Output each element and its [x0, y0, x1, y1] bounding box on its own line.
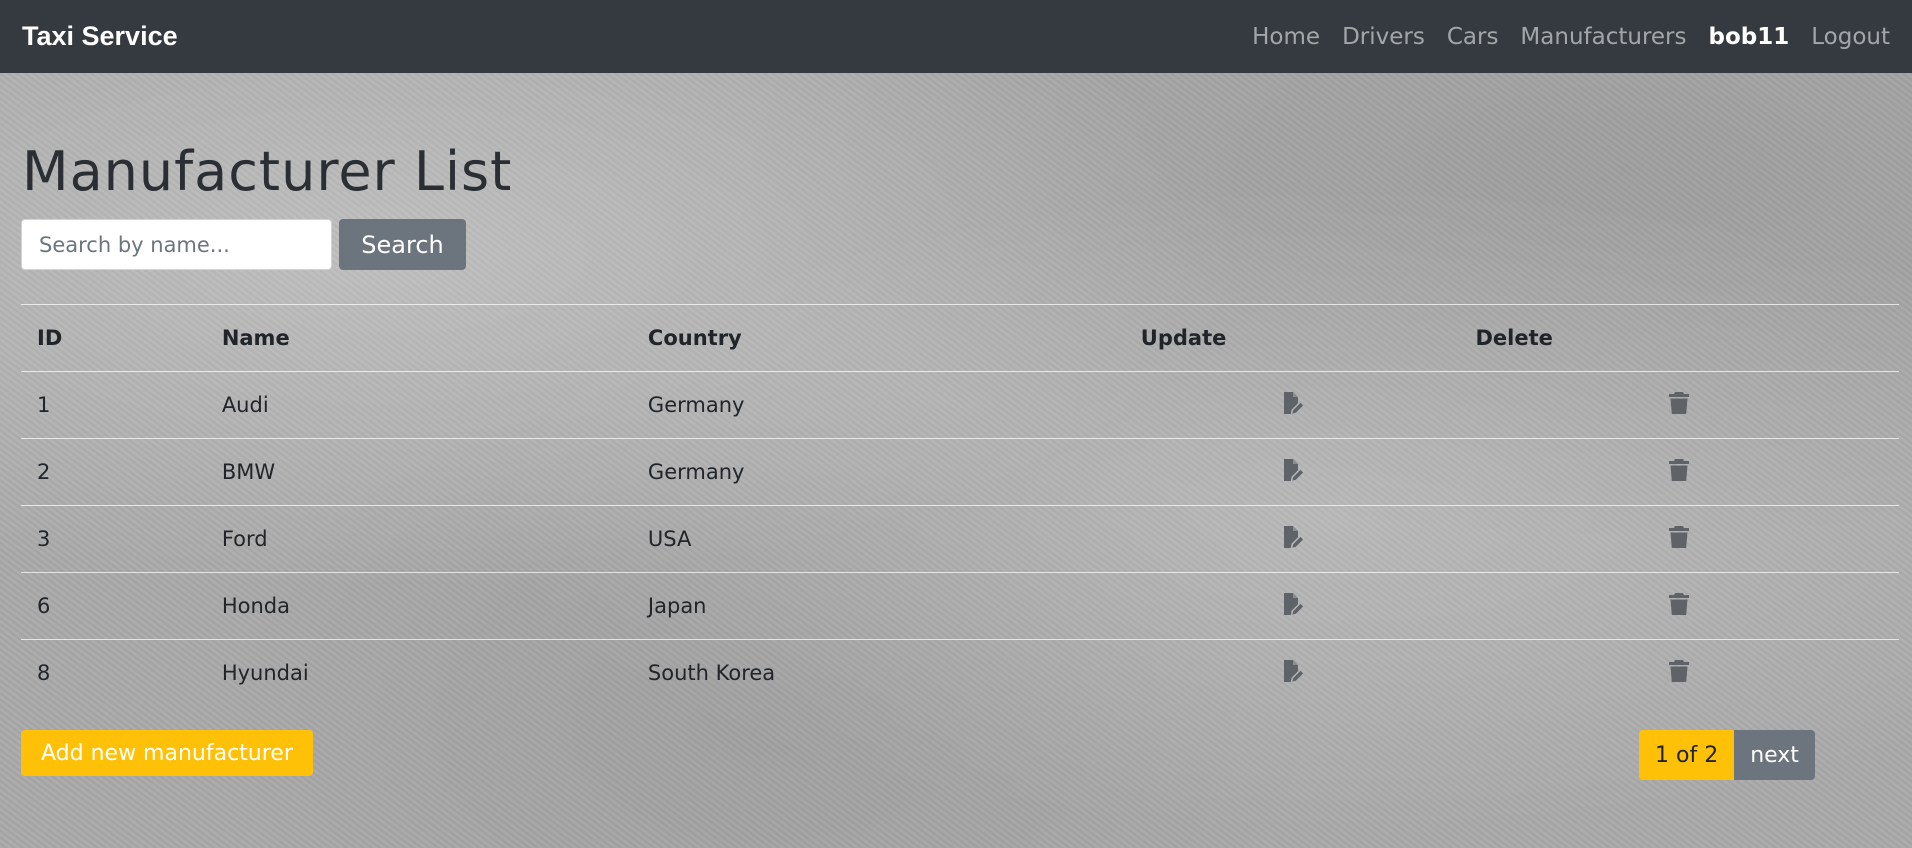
trash-icon[interactable]	[1668, 458, 1690, 482]
header-row: ID Name Country Update Delete	[21, 304, 1899, 372]
brand-link[interactable]: Taxi Service	[22, 21, 178, 52]
search-form: Search	[21, 219, 466, 270]
table-row: 6 Honda Japan	[21, 572, 1899, 640]
cell-update	[1124, 438, 1460, 506]
trash-icon[interactable]	[1668, 391, 1690, 415]
file-edit-icon[interactable]	[1280, 391, 1304, 415]
cell-delete	[1459, 371, 1899, 439]
cell-country: USA	[631, 505, 1125, 573]
cell-name: Ford	[205, 505, 632, 573]
search-button[interactable]: Search	[339, 219, 466, 270]
cell-country: Germany	[631, 371, 1125, 439]
cell-update	[1124, 505, 1460, 573]
file-edit-icon[interactable]	[1280, 592, 1304, 616]
trash-icon[interactable]	[1668, 525, 1690, 549]
cell-country: Germany	[631, 438, 1125, 506]
cell-country: South Korea	[631, 639, 1125, 707]
table-header: ID Name Country Update Delete	[21, 304, 1899, 372]
trash-icon[interactable]	[1668, 659, 1690, 683]
table-row: 3 Ford USA	[21, 505, 1899, 573]
top-navbar: Taxi Service Home Drivers Cars Manufactu…	[0, 0, 1912, 73]
file-edit-icon[interactable]	[1280, 525, 1304, 549]
nav-home-link[interactable]: Home	[1252, 24, 1320, 50]
table-row: 8 Hyundai South Korea	[21, 639, 1899, 707]
cell-delete	[1459, 438, 1899, 506]
search-input[interactable]	[21, 219, 332, 270]
cell-update	[1124, 371, 1460, 439]
header-name: Name	[205, 304, 632, 372]
logout-link[interactable]: Logout	[1811, 24, 1890, 50]
trash-icon[interactable]	[1668, 592, 1690, 616]
nav-manufacturers-link[interactable]: Manufacturers	[1520, 24, 1686, 50]
nav-cars-link[interactable]: Cars	[1447, 24, 1499, 50]
header-update: Update	[1124, 304, 1460, 372]
cell-id: 8	[21, 639, 206, 707]
next-page-button[interactable]: next	[1734, 730, 1815, 780]
cell-delete	[1459, 572, 1899, 640]
add-manufacturer-button[interactable]: Add new manufacturer	[21, 730, 313, 776]
manufacturer-table: ID Name Country Update Delete 1 Audi Germa…	[21, 304, 1899, 707]
nav-drivers-link[interactable]: Drivers	[1342, 24, 1425, 50]
pagination: 1 of 2 next	[1639, 730, 1815, 780]
cell-country: Japan	[631, 572, 1125, 640]
cell-id: 3	[21, 505, 206, 573]
table-body: 1 Audi Germany 2 BMW Germany 3 Ford USA 6 Honda Jap…	[21, 371, 1899, 707]
header-id: ID	[21, 304, 206, 372]
cell-update	[1124, 572, 1460, 640]
cell-id: 1	[21, 371, 206, 439]
cell-id: 2	[21, 438, 206, 506]
file-edit-icon[interactable]	[1280, 659, 1304, 683]
cell-name: Audi	[205, 371, 632, 439]
cell-delete	[1459, 639, 1899, 707]
cell-update	[1124, 639, 1460, 707]
cell-name: Honda	[205, 572, 632, 640]
cell-id: 6	[21, 572, 206, 640]
cell-name: Hyundai	[205, 639, 632, 707]
header-country: Country	[631, 304, 1125, 372]
cell-delete	[1459, 505, 1899, 573]
cell-name: BMW	[205, 438, 632, 506]
table-row: 2 BMW Germany	[21, 438, 1899, 506]
current-user-link[interactable]: bob11	[1709, 24, 1790, 50]
page-indicator: 1 of 2	[1639, 730, 1735, 780]
header-delete: Delete	[1459, 304, 1899, 372]
table-row: 1 Audi Germany	[21, 371, 1899, 439]
page-title: Manufacturer List	[22, 140, 513, 203]
nav-links: Home Drivers Cars Manufacturers bob11 Lo…	[1252, 24, 1890, 50]
file-edit-icon[interactable]	[1280, 458, 1304, 482]
